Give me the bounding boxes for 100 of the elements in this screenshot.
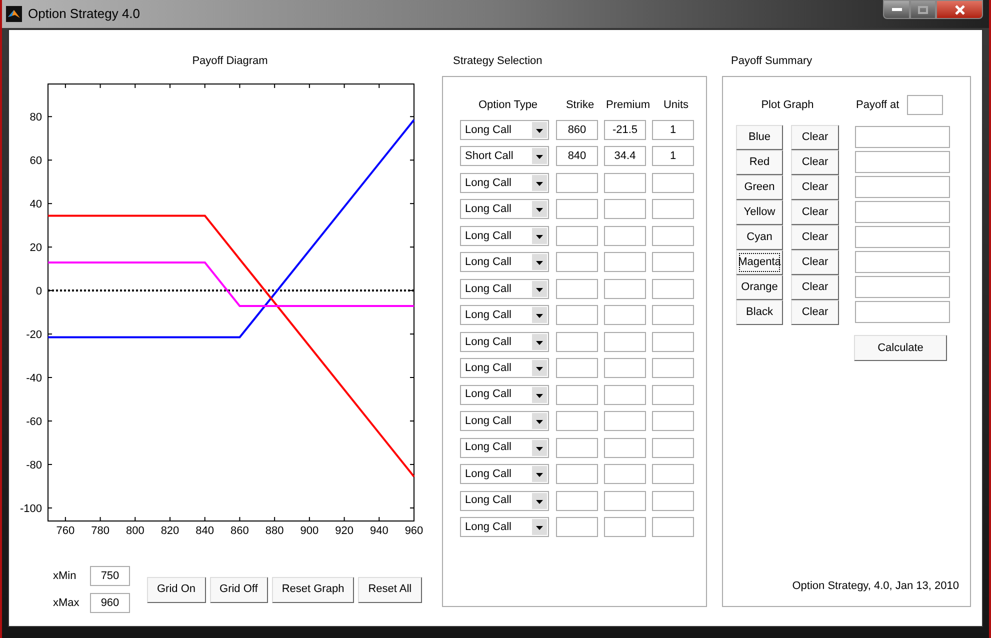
premium-field[interactable] (604, 358, 646, 378)
strike-field[interactable] (556, 199, 598, 220)
strike-field[interactable] (556, 411, 598, 432)
strike-field[interactable] (556, 517, 598, 538)
premium-field[interactable] (604, 199, 646, 220)
clear-button[interactable]: Clear (791, 200, 839, 225)
calculate-button[interactable]: Calculate (854, 335, 947, 361)
clear-button[interactable]: Clear (791, 250, 839, 275)
units-field[interactable] (652, 384, 694, 405)
units-field[interactable] (652, 305, 694, 326)
premium-field[interactable] (604, 438, 646, 458)
units-field[interactable]: 1 (652, 120, 694, 140)
units-field[interactable] (652, 490, 694, 511)
strike-field[interactable] (556, 384, 598, 405)
payoff-result-field[interactable] (855, 301, 950, 323)
clear-button[interactable]: Clear (791, 150, 839, 175)
premium-field[interactable]: 34.4 (604, 146, 646, 166)
premium-field[interactable] (604, 226, 646, 246)
plot-color-button[interactable]: Red (736, 150, 783, 175)
premium-field[interactable] (604, 305, 646, 326)
strike-field[interactable]: 860 (556, 120, 598, 140)
strike-field[interactable] (556, 332, 598, 352)
premium-field[interactable] (604, 464, 646, 484)
payoff-result-field[interactable] (855, 176, 950, 198)
units-field[interactable]: 1 (652, 146, 694, 166)
range-field[interactable]: 960 (90, 593, 130, 613)
strike-field[interactable] (556, 358, 598, 378)
option-type-dropdown[interactable]: Long Call (460, 120, 549, 140)
units-field[interactable] (652, 438, 694, 458)
plot-color-button[interactable]: Blue (736, 125, 783, 150)
option-type-dropdown[interactable]: Long Call (460, 490, 549, 511)
option-type-dropdown[interactable]: Long Call (460, 332, 549, 352)
premium-field[interactable] (604, 172, 646, 193)
payoff-result-field[interactable] (855, 126, 950, 148)
premium-field[interactable] (604, 332, 646, 352)
option-type-dropdown[interactable]: Long Call (460, 464, 549, 484)
premium-field[interactable] (604, 252, 646, 272)
option-type-dropdown[interactable]: Long Call (460, 438, 549, 458)
strike-field[interactable] (556, 226, 598, 246)
option-type-dropdown[interactable]: Long Call (460, 172, 549, 193)
option-type-dropdown[interactable]: Long Call (460, 358, 549, 378)
graph-button[interactable]: Reset All (358, 576, 422, 602)
units-field[interactable] (652, 517, 694, 538)
option-type-dropdown[interactable]: Long Call (460, 252, 549, 272)
clear-button[interactable]: Clear (791, 125, 839, 150)
graph-button[interactable]: Grid On (147, 576, 206, 602)
option-type-dropdown[interactable]: Long Call (460, 199, 549, 220)
range-field[interactable]: 750 (90, 566, 130, 586)
option-type-dropdown[interactable]: Long Call (460, 384, 549, 405)
strike-field[interactable]: 840 (556, 146, 598, 166)
payoff-result-field[interactable] (855, 151, 950, 173)
option-type-dropdown[interactable]: Long Call (460, 226, 549, 246)
units-field[interactable] (652, 199, 694, 220)
plot-color-button[interactable]: Green (736, 175, 783, 200)
clear-button[interactable]: Clear (791, 275, 839, 300)
maximize-button[interactable] (910, 0, 936, 19)
option-type-dropdown[interactable]: Long Call (460, 278, 549, 299)
premium-field[interactable] (604, 517, 646, 538)
clear-button[interactable]: Clear (791, 175, 839, 200)
clear-button[interactable]: Clear (791, 225, 839, 250)
units-field[interactable] (652, 172, 694, 193)
minimize-button[interactable] (883, 0, 910, 19)
strike-field[interactable] (556, 252, 598, 272)
payoff-result-field[interactable] (855, 226, 950, 248)
payoff-result-field[interactable] (855, 201, 950, 223)
strike-field[interactable] (556, 172, 598, 193)
tick-mark (410, 334, 414, 335)
option-type-dropdown[interactable]: Short Call (460, 146, 549, 166)
plot-color-button[interactable]: Yellow (736, 200, 783, 225)
graph-button[interactable]: Reset Graph (272, 576, 354, 602)
graph-button[interactable]: Grid Off (210, 576, 268, 602)
premium-field[interactable] (604, 384, 646, 405)
strike-field[interactable] (556, 464, 598, 484)
units-field[interactable] (652, 252, 694, 272)
plot-color-button[interactable]: Black (736, 300, 783, 325)
premium-field[interactable] (604, 411, 646, 432)
premium-field[interactable] (604, 490, 646, 511)
strike-field[interactable] (556, 278, 598, 299)
premium-field[interactable]: -21.5 (604, 120, 646, 140)
tick-mark (134, 516, 136, 522)
option-type-dropdown[interactable]: Long Call (460, 305, 549, 326)
strike-field[interactable] (556, 305, 598, 326)
option-type-dropdown[interactable]: Long Call (460, 411, 549, 432)
premium-field[interactable] (604, 278, 646, 299)
units-field[interactable] (652, 226, 694, 246)
units-field[interactable] (652, 332, 694, 352)
clear-button[interactable]: Clear (791, 300, 839, 325)
payoff-result-field[interactable] (855, 251, 950, 273)
payoff-at-field[interactable] (907, 95, 944, 115)
units-field[interactable] (652, 358, 694, 378)
units-field[interactable] (652, 278, 694, 299)
units-field[interactable] (652, 411, 694, 432)
units-field[interactable] (652, 464, 694, 484)
plot-color-button[interactable]: Orange (736, 275, 783, 300)
payoff-result-field[interactable] (855, 276, 950, 298)
strike-field[interactable] (556, 490, 598, 511)
plot-color-button[interactable]: Cyan (736, 225, 783, 250)
option-type-dropdown[interactable]: Long Call (460, 517, 549, 538)
close-button[interactable] (936, 0, 983, 19)
strike-field[interactable] (556, 438, 598, 458)
